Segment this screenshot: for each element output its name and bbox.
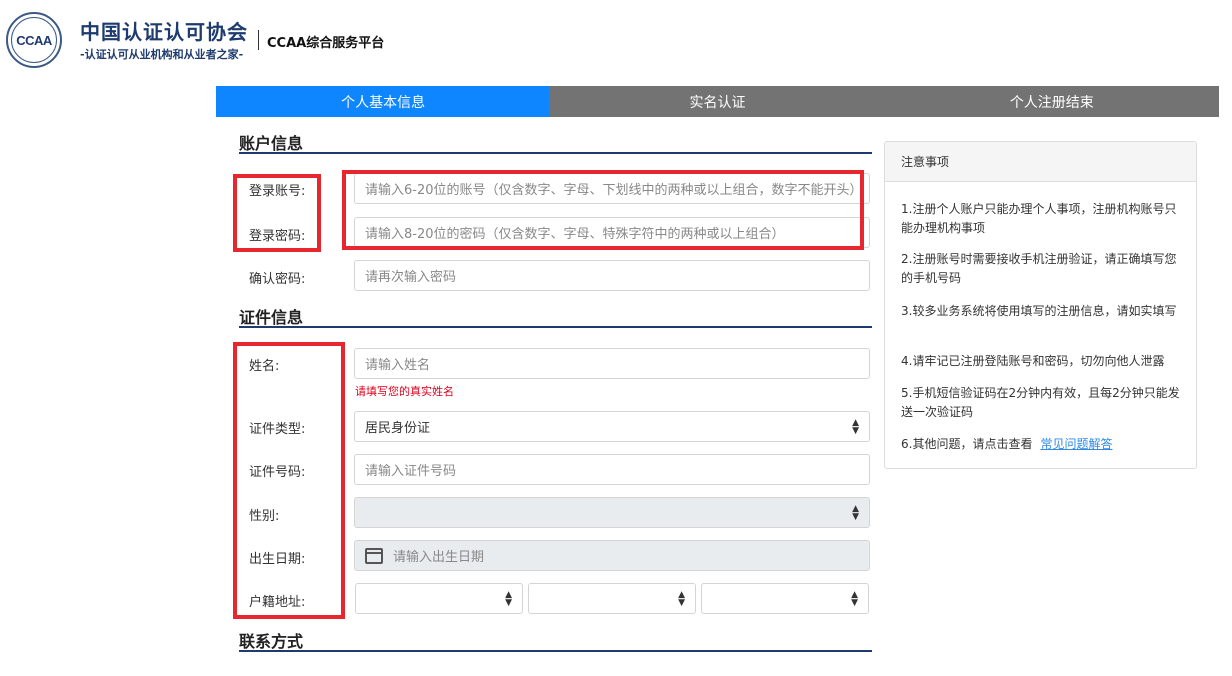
notice-item: 4.请牢记已注册登陆账号和密码，切勿向他人泄露 (901, 354, 1165, 368)
select-arrows-icon: ▲ ▼ (852, 503, 859, 522)
notice-title: 注意事项 (885, 142, 1196, 182)
id-section-title: 证件信息 (239, 308, 304, 327)
section-divider (239, 650, 872, 652)
step-real-name-auth[interactable]: 实名认证 (550, 86, 885, 117)
annotation-box-account-labels (233, 174, 321, 252)
contact-section-title: 联系方式 (239, 632, 304, 651)
id-number-placeholder: 请输入证件号码 (365, 464, 457, 479)
step-personal-info[interactable]: 个人基本信息 (216, 86, 551, 117)
name-placeholder: 请输入姓名 (365, 358, 431, 373)
select-arrows-icon: ▲ ▼ (678, 589, 685, 608)
confirm-password-placeholder: 请再次输入密码 (365, 270, 457, 285)
id-type-value: 居民身份证 (365, 421, 431, 436)
section-divider (239, 326, 872, 328)
id-type-select[interactable]: 居民身份证 ▲ ▼ (354, 411, 870, 442)
notice-item: 5.手机短信验证码在2分钟内有效，且每2分钟只能发送一次验证码 (901, 386, 1180, 419)
notice-item: 2.注册账号时需要接收手机注册验证，请正确填写您的手机号码 (901, 252, 1177, 285)
notice-item-faq: 6.其他问题，请点击查看 常见问题解答 (901, 435, 1186, 454)
name-input[interactable]: 请输入姓名 (354, 348, 870, 379)
select-arrows-icon: ▲ ▼ (505, 589, 512, 608)
annotation-box-account-inputs (342, 170, 864, 250)
header-divider (258, 30, 259, 50)
notice-item-text: 6.其他问题，请点击查看 (901, 437, 1033, 451)
province-select[interactable]: ▲ ▼ (355, 583, 523, 614)
section-divider (239, 152, 872, 154)
confirm-password-input[interactable]: 请再次输入密码 (354, 260, 870, 291)
annotation-box-id-labels (233, 342, 345, 619)
registration-steps: 个人基本信息 实名认证 个人注册结束 (216, 86, 1219, 117)
notice-panel: 注意事项 1.注册个人账户只能办理个人事项，注册机构账号只能办理机构事项 2.注… (884, 141, 1197, 469)
faq-link[interactable]: 常见问题解答 (1040, 437, 1112, 451)
notice-item: 1.注册个人账户只能办理个人事项，注册机构账号只能办理机构事项 (901, 202, 1177, 235)
city-select[interactable]: ▲ ▼ (528, 583, 696, 614)
birth-date-input[interactable]: 请输入出生日期 (354, 540, 870, 571)
logo-text: CCAA (11, 17, 57, 63)
birth-date-placeholder: 请输入出生日期 (393, 550, 485, 565)
org-slogan: -认证认可从业机构和从业者之家- (80, 48, 244, 61)
account-section-title: 账户信息 (239, 134, 304, 153)
notice-item: 3.较多业务系统将使用填写的注册信息，请如实填写 (901, 304, 1177, 318)
confirm-password-label: 确认密码: (249, 272, 306, 287)
name-hint: 请填写您的真实姓名 (355, 385, 454, 398)
site-header: CCAA 中国认证认可协会 -认证认可从业机构和从业者之家- CCAA综合服务平… (0, 0, 1232, 80)
select-arrows-icon: ▲ ▼ (851, 589, 858, 608)
step-registration-complete[interactable]: 个人注册结束 (884, 86, 1219, 117)
org-name: 中国认证认可协会 (80, 20, 248, 44)
district-select[interactable]: ▲ ▼ (701, 583, 869, 614)
select-arrows-icon: ▲ ▼ (852, 417, 859, 436)
ccaa-logo[interactable]: CCAA (6, 12, 62, 68)
calendar-icon (365, 547, 383, 564)
gender-select[interactable]: ▲ ▼ (354, 497, 870, 528)
platform-name: CCAA综合服务平台 (267, 36, 385, 51)
id-number-input[interactable]: 请输入证件号码 (354, 454, 870, 485)
